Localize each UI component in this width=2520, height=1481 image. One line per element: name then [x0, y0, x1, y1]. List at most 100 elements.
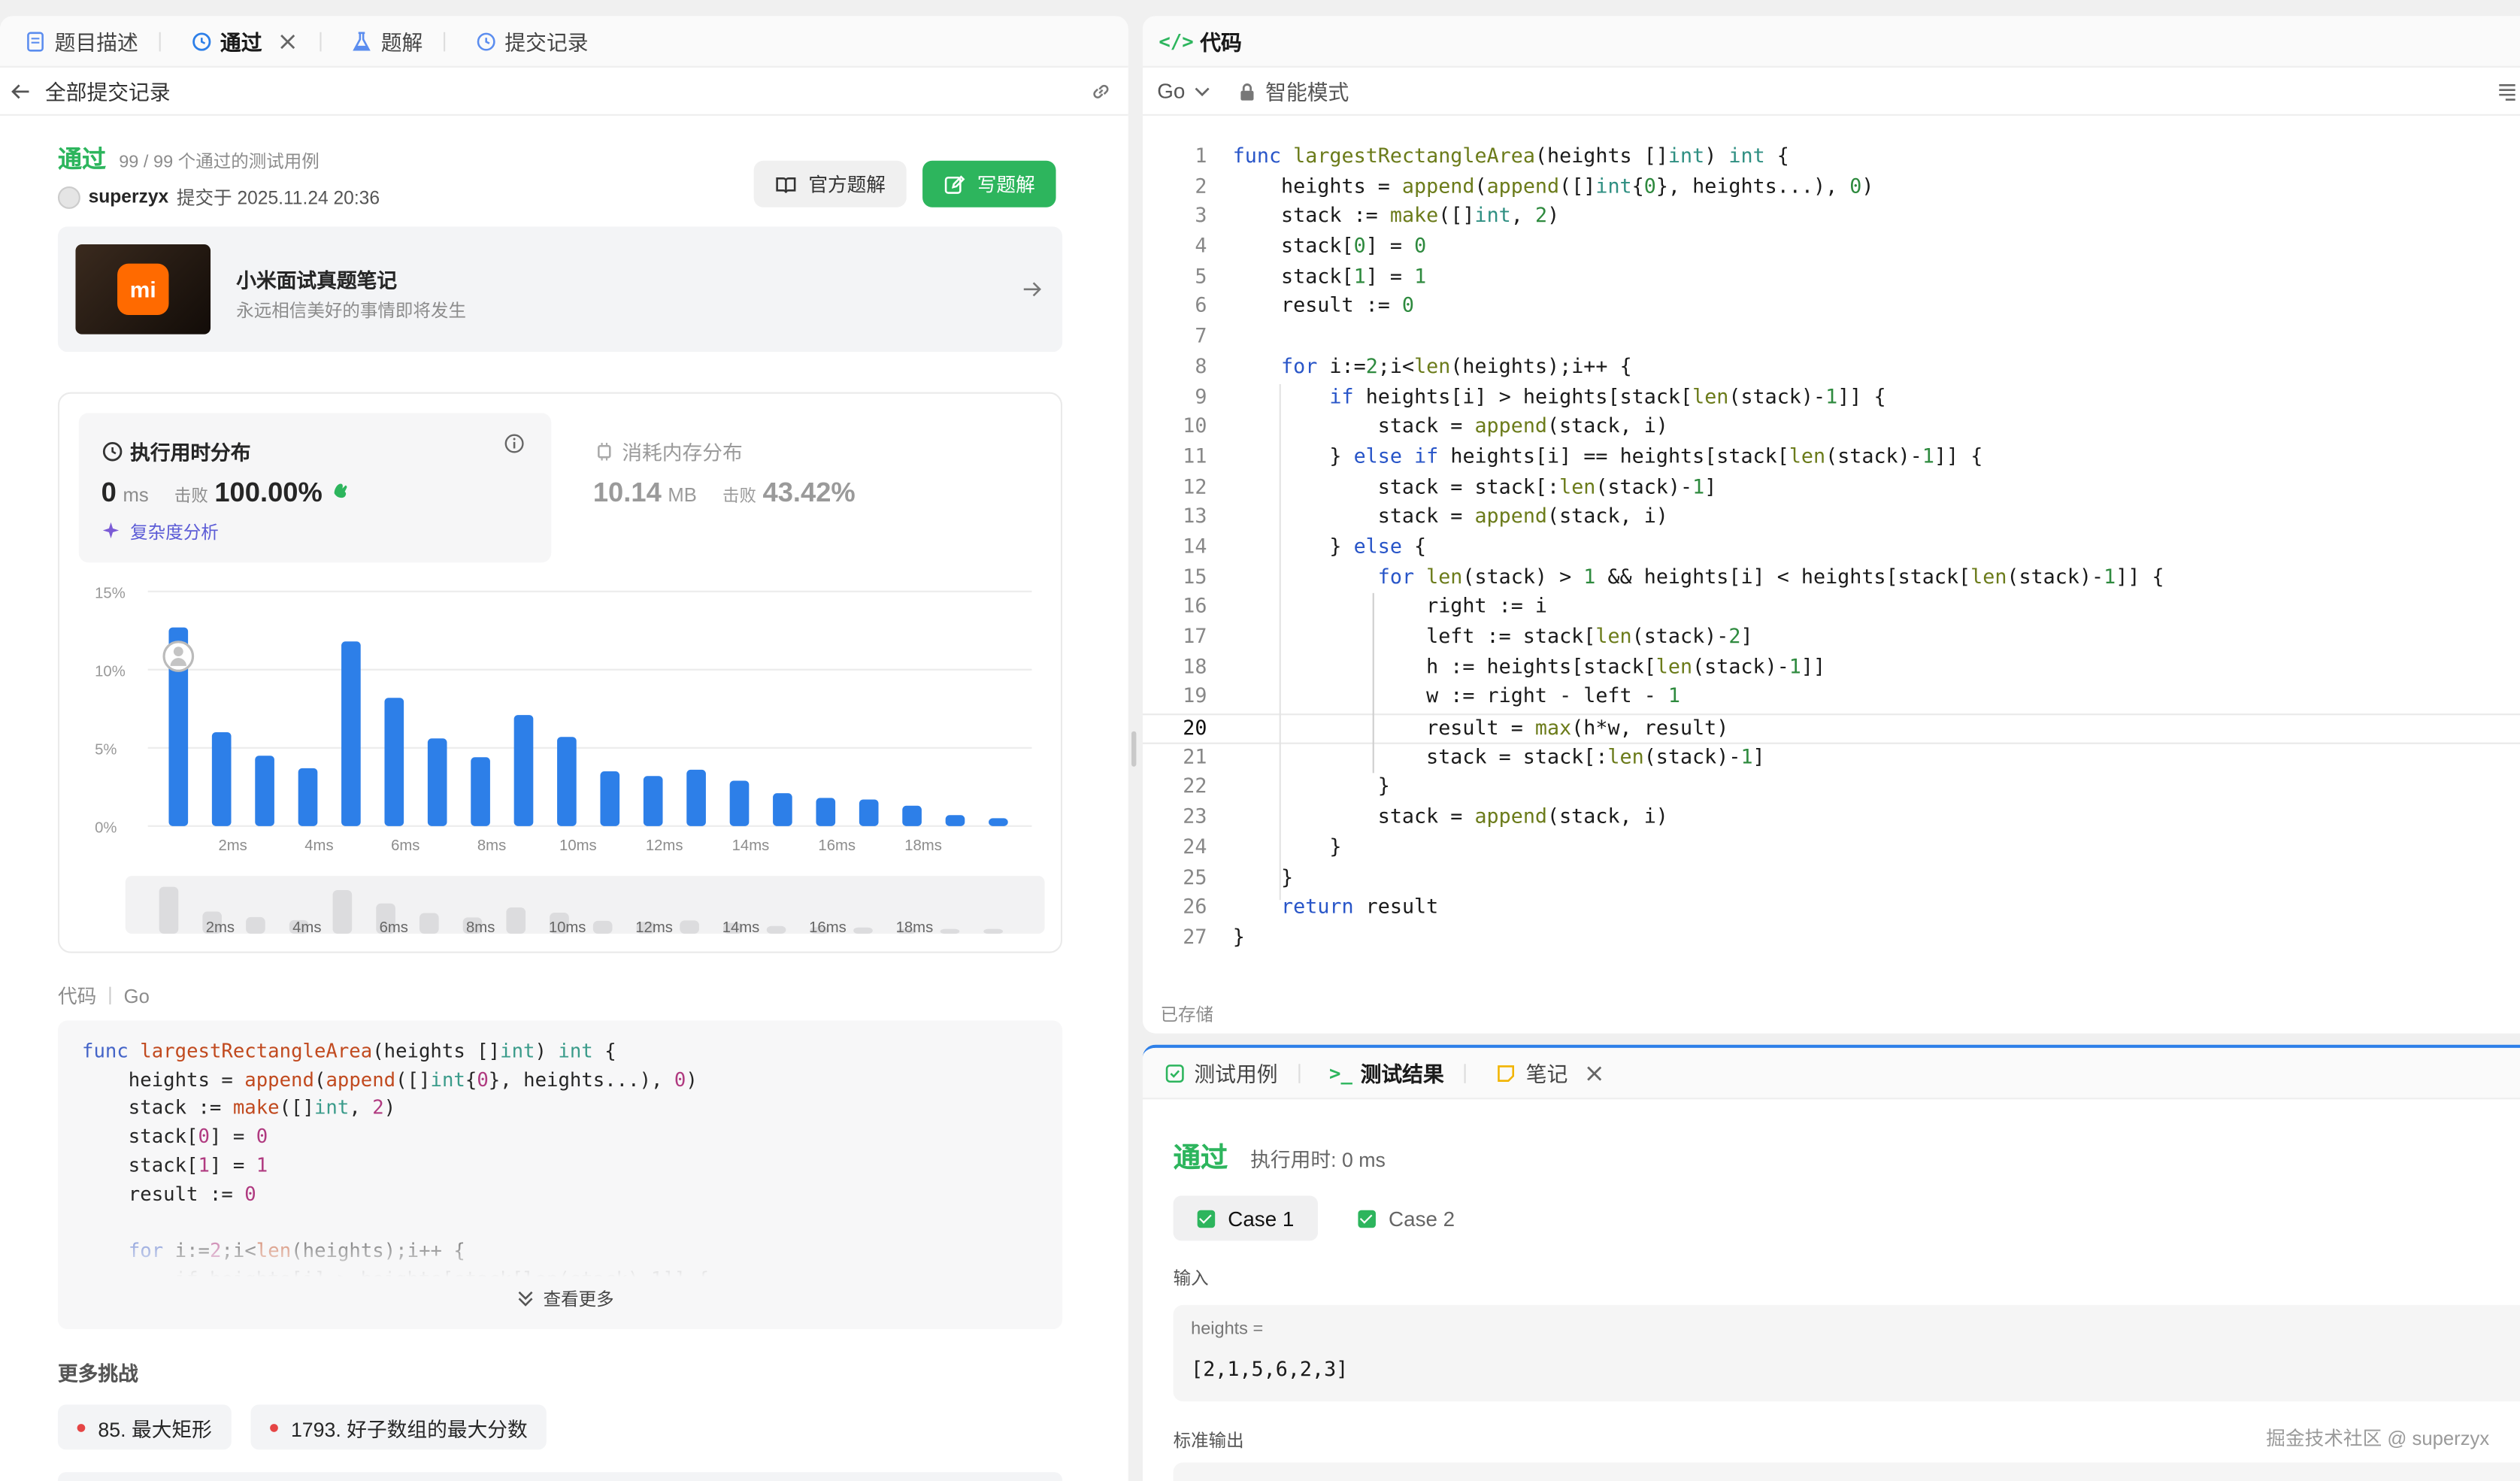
code-line[interactable]: 3 stack := make([]int, 2)	[1143, 203, 2520, 233]
code-line[interactable]: 20 result = max(h*w, result)	[1142, 713, 2520, 744]
code-line[interactable]: 11 } else if heights[i] == heights[stack…	[1143, 444, 2520, 474]
challenge-label: 85. 最大矩形	[98, 1418, 212, 1441]
code-line[interactable]: 14 } else {	[1143, 534, 2520, 564]
watermark: 掘金技术社区 @ superzyx	[2266, 1427, 2490, 1450]
code-brackets-icon: </>	[1159, 29, 1194, 53]
smart-mode-toggle[interactable]: 智能模式	[1237, 75, 1349, 106]
challenge-chip-1793[interactable]: 1793. 好子数组的最大分数	[250, 1404, 547, 1450]
official-solution-label: 官方题解	[808, 173, 886, 196]
code-line[interactable]: 8 for i:=2;i<len(heights);i++ {	[1143, 353, 2520, 383]
menu-lines-icon[interactable]	[2496, 80, 2518, 102]
flask-icon	[350, 30, 373, 53]
minimap-bar	[506, 907, 526, 934]
minimap-bar	[419, 913, 439, 934]
minimap-bar	[940, 928, 960, 934]
code-line[interactable]: 15 for len(stack) > 1 && heights[i] < he…	[1143, 564, 2520, 594]
code-line[interactable]: 23 stack = append(stack, i)	[1143, 804, 2520, 834]
code-line[interactable]: 16 right := i	[1143, 594, 2520, 624]
code-line[interactable]: 12 stack = stack[:len(stack)-1]	[1143, 474, 2520, 504]
tab-accepted[interactable]: 通过	[175, 16, 336, 66]
code-line[interactable]: 5 stack[1] = 1	[1143, 263, 2520, 293]
code-line[interactable]: 21 stack = stack[:len(stack)-1]	[1143, 744, 2520, 774]
edit-icon	[943, 173, 966, 195]
all-submissions-link[interactable]: 全部提交记录	[45, 75, 171, 106]
promo-thumbnail: mi	[75, 244, 211, 335]
code-line[interactable]: 2 heights = append(append([]int{0}, heig…	[1143, 173, 2520, 203]
test-status-label: 通过	[1173, 1142, 1228, 1174]
line-text: }	[1232, 774, 1390, 798]
code-line[interactable]: 26 return result	[1143, 894, 2520, 924]
code-line[interactable]: 27}	[1143, 924, 2520, 954]
code-line[interactable]: 18 h := heights[stack[len(stack)-1]]	[1143, 653, 2520, 683]
tab-solutions[interactable]: 题解	[336, 16, 460, 66]
language-select[interactable]: Go	[1157, 79, 1214, 103]
official-solution-button[interactable]: 官方题解	[753, 160, 907, 207]
challenge-chip-85[interactable]: 85. 最大矩形	[57, 1404, 232, 1450]
left-tabbar: 题目描述 通过 题解 提交记录	[0, 16, 1128, 68]
arrow-right-icon[interactable]	[1021, 278, 1043, 301]
arrow-left-icon[interactable]	[10, 80, 32, 102]
language-value: Go	[1157, 78, 1186, 103]
line-text: result = max(h*w, result)	[1232, 715, 1729, 740]
input-value-box: heights = [2,1,5,6,2,3]	[1173, 1304, 2520, 1402]
tab-testresult[interactable]: >_ 测试结果	[1315, 1048, 1481, 1098]
expected-output-box	[1173, 1462, 2520, 1481]
close-icon[interactable]	[277, 30, 299, 53]
panel-resize-handle[interactable]	[1131, 731, 1137, 767]
doc-icon	[24, 30, 47, 53]
code-line[interactable]: 9 if heights[i] > heights[stack[len(stac…	[1143, 383, 2520, 413]
case-tab-2[interactable]: Case 2	[1334, 1196, 1479, 1241]
line-number: 24	[1183, 834, 1207, 859]
note-input[interactable]	[57, 1472, 1063, 1481]
code-line[interactable]: 7	[1143, 323, 2520, 353]
tab-submissions[interactable]: 提交记录	[460, 16, 603, 66]
code-line[interactable]: 19 w := right - left - 1	[1143, 683, 2520, 713]
code-line[interactable]: 4 stack[0] = 0	[1143, 233, 2520, 263]
range-minimap[interactable]: 2ms 4ms 6ms 8ms 10ms 12ms 14ms 16ms 18ms	[59, 394, 1064, 955]
tab-code[interactable]: </> 代码	[1149, 16, 1257, 66]
line-text	[1207, 323, 1232, 353]
minimap-bar	[159, 886, 179, 934]
code-line[interactable]: 13 stack = append(stack, i)	[1143, 504, 2520, 534]
indent-guide	[1372, 592, 1374, 774]
minimap-tick-label: 12ms	[635, 919, 673, 936]
submitted-code[interactable]: func largestRectangleArea(heights []int)…	[57, 1020, 1063, 1329]
tab-notes[interactable]: 笔记	[1481, 1048, 1619, 1098]
write-solution-button[interactable]: 写题解	[922, 160, 1056, 207]
test-status: 通过 执行用时: 0 ms	[1174, 1134, 1386, 1174]
case-pass-icon	[1197, 1209, 1216, 1228]
code-line[interactable]: 25 }	[1143, 864, 2520, 894]
smart-mode-label: 智能模式	[1265, 80, 1349, 104]
line-number: 15	[1183, 563, 1207, 588]
code-line[interactable]: 1 func largestRectangleArea(heights []int…	[1143, 143, 2520, 173]
username[interactable]: superzyx	[89, 188, 169, 207]
minimap-bar	[853, 927, 873, 934]
code-line[interactable]: 10 stack = append(stack, i)	[1143, 413, 2520, 444]
view-more-button[interactable]: 查看更多	[514, 1286, 614, 1311]
tab-testcases[interactable]: 测试用例	[1149, 1048, 1315, 1098]
view-more-label: 查看更多	[543, 1290, 614, 1310]
code-line[interactable]: 24 }	[1143, 834, 2520, 864]
test-tabbar: 测试用例 >_ 测试结果 笔记	[1142, 1047, 2520, 1100]
avatar[interactable]	[57, 186, 80, 209]
tab-label: 笔记	[1525, 1062, 1568, 1087]
case-tab-1[interactable]: Case 1	[1173, 1195, 1319, 1241]
test-runtime: 执行用时: 0 ms	[1250, 1149, 1386, 1172]
history-icon	[474, 30, 497, 53]
code-lang-header: 代码 Go	[58, 982, 150, 1009]
note-icon	[1495, 1062, 1518, 1084]
line-number: 1	[1195, 143, 1207, 168]
close-icon[interactable]	[1583, 1062, 1605, 1084]
code-editor[interactable]: 1 func largestRectangleArea(heights []int…	[1142, 143, 2520, 954]
code-line[interactable]: 6 result := 0	[1143, 293, 2520, 323]
submission-panel: 题目描述 通过 题解 提交记录 全部提交记录 通过 99 / 99 个通过的测试…	[0, 16, 1128, 1481]
link-icon[interactable]	[1089, 80, 1112, 102]
lock-icon	[1237, 80, 1259, 102]
minimap-tick-label: 8ms	[466, 919, 495, 936]
code-line[interactable]: 17 left := stack[len(stack)-2]	[1143, 623, 2520, 653]
case-label: Case 1	[1228, 1206, 1295, 1231]
code-line[interactable]: 22 }	[1143, 774, 2520, 804]
promo-card[interactable]: mi 小米面试真题笔记 永远相信美好的事情即将发生	[57, 226, 1063, 353]
tab-description[interactable]: 题目描述	[10, 16, 175, 66]
line-number: 8	[1195, 353, 1207, 377]
